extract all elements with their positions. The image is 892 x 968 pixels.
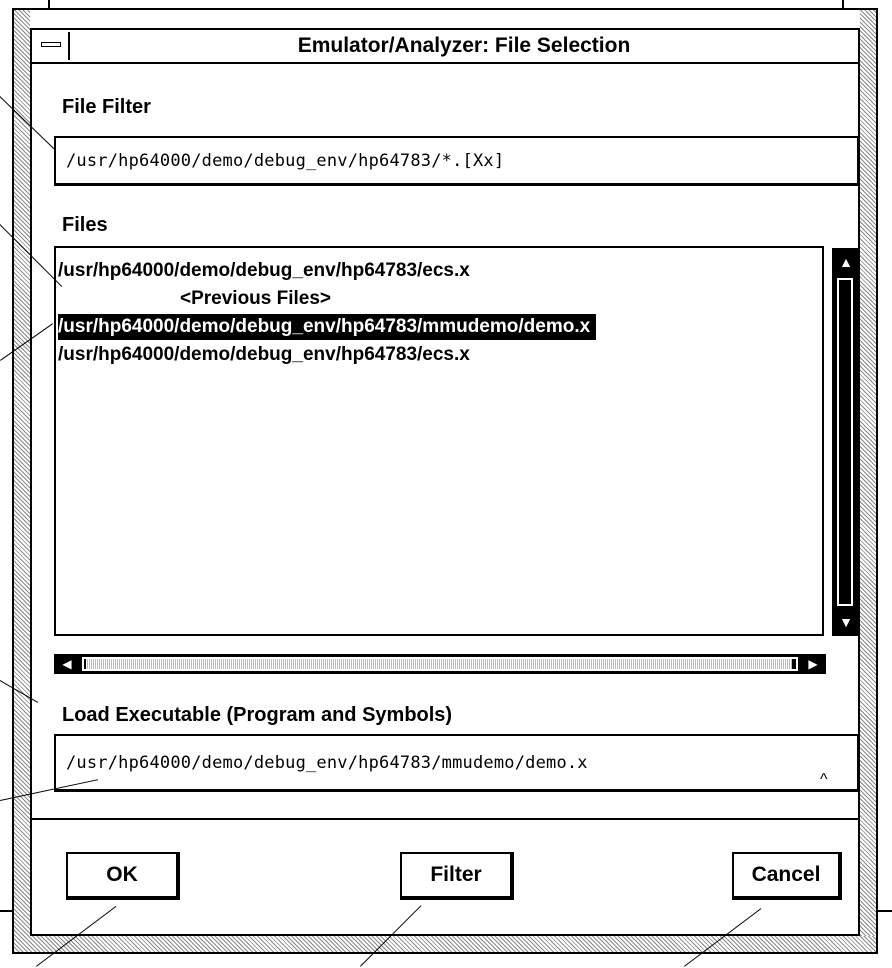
window-border-right[interactable] — [860, 10, 876, 952]
list-item[interactable]: /usr/hp64000/demo/debug_env/hp64783/ecs.… — [58, 342, 470, 368]
files-horizontal-scrollbar[interactable]: ◀ ▶ — [54, 654, 826, 674]
files-vertical-scrollbar[interactable]: ▲ ▼ — [832, 248, 860, 636]
list-item-previous-files[interactable]: <Previous Files> — [180, 286, 331, 312]
window-menu-icon — [41, 42, 61, 47]
window-border-bottom[interactable] — [14, 936, 876, 952]
files-list[interactable]: /usr/hp64000/demo/debug_env/hp64783/ecs.… — [54, 246, 824, 636]
frame-corner-tick — [878, 910, 892, 912]
vertical-scroll-trough[interactable] — [837, 278, 853, 606]
frame-corner-tick — [0, 910, 14, 912]
cancel-button[interactable]: Cancel — [732, 852, 842, 900]
list-item-selected[interactable]: /usr/hp64000/demo/debug_env/hp64783/mmud… — [58, 314, 597, 340]
file-filter-input[interactable]: /usr/hp64000/demo/debug_env/hp64783/*.[X… — [54, 136, 860, 186]
frame-corner-tick — [48, 0, 50, 10]
filter-button[interactable]: Filter — [400, 852, 514, 900]
insertion-caret-icon: ^ — [820, 771, 828, 788]
load-executable-label: Load Executable (Program and Symbols) — [62, 704, 453, 726]
load-executable-input[interactable]: /usr/hp64000/demo/debug_env/hp64783/mmud… — [54, 734, 860, 792]
window-title: Emulator/Analyzer: File Selection — [297, 34, 631, 57]
window-border-left[interactable] — [14, 10, 30, 952]
button-separator — [32, 818, 858, 820]
files-label: Files — [62, 214, 108, 236]
load-executable-value: /usr/hp64000/demo/debug_env/hp64783/mmud… — [66, 753, 588, 773]
arrow-left-icon[interactable]: ◀ — [56, 654, 78, 674]
arrow-down-icon[interactable]: ▼ — [836, 612, 856, 632]
arrow-right-icon[interactable]: ▶ — [802, 654, 824, 674]
list-item[interactable]: /usr/hp64000/demo/debug_env/hp64783/ecs.… — [58, 258, 470, 284]
file-filter-label: File Filter — [62, 96, 151, 118]
ok-button[interactable]: OK — [66, 852, 180, 900]
frame-corner-tick — [842, 0, 844, 10]
horizontal-scroll-thumb[interactable] — [86, 659, 792, 669]
window-menu-button[interactable] — [34, 32, 70, 60]
arrow-up-icon[interactable]: ▲ — [836, 252, 856, 272]
title-bar[interactable]: Emulator/Analyzer: File Selection — [30, 28, 860, 64]
file-filter-value: /usr/hp64000/demo/debug_env/hp64783/*.[X… — [66, 151, 505, 171]
